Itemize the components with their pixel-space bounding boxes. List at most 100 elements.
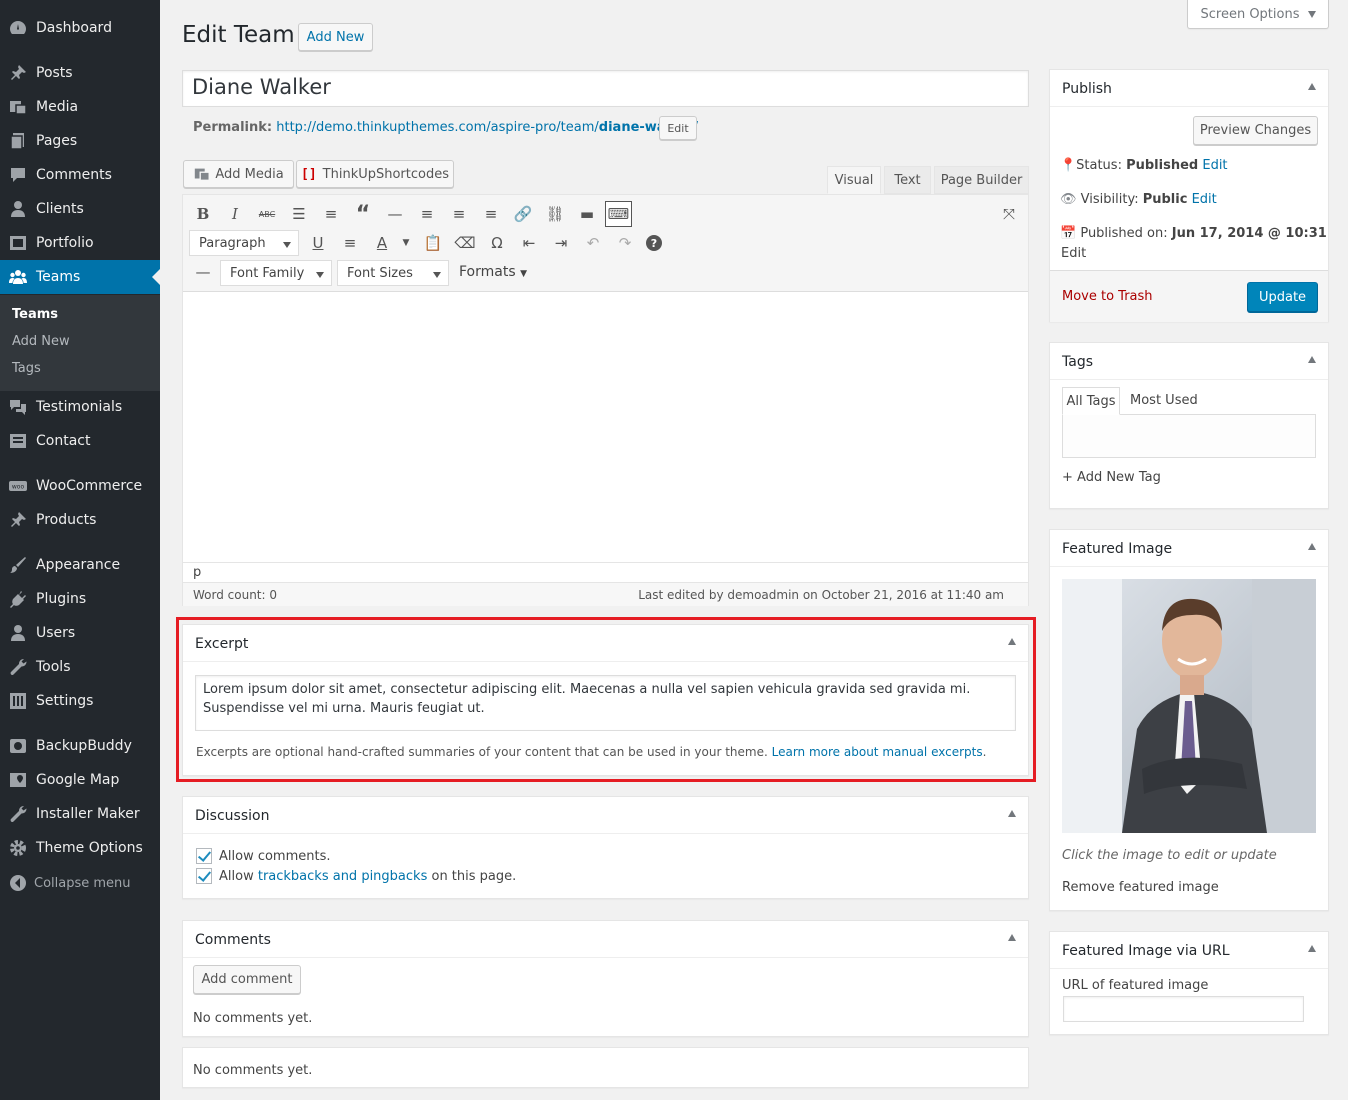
tags-header[interactable]: Tags bbox=[1050, 343, 1328, 380]
text-color-icon[interactable]: A bbox=[371, 232, 393, 254]
comments-header[interactable]: Comments bbox=[183, 921, 1028, 958]
sidebar-item-dashboard[interactable]: Dashboard bbox=[0, 11, 160, 45]
underline-icon[interactable]: U bbox=[307, 232, 329, 254]
special-character-icon[interactable]: Ω bbox=[486, 232, 508, 254]
permalink-edit-button[interactable]: Edit bbox=[659, 116, 697, 140]
blockquote-icon[interactable]: “ bbox=[352, 202, 374, 227]
strikethrough-icon[interactable]: ABC bbox=[256, 203, 278, 225]
sidebar-item-clients[interactable]: Clients bbox=[0, 192, 160, 226]
bold-icon[interactable]: B bbox=[192, 203, 214, 225]
indent-icon[interactable]: ⇥ bbox=[550, 232, 572, 254]
remove-featured-image-link[interactable]: Remove featured image bbox=[1062, 880, 1219, 895]
fullscreen-icon[interactable]: ⤧ bbox=[998, 203, 1020, 225]
move-to-trash-link[interactable]: Move to Trash bbox=[1062, 289, 1153, 304]
tab-most-used[interactable]: Most Used bbox=[1130, 393, 1198, 408]
preview-changes-button[interactable]: Preview Changes bbox=[1193, 116, 1318, 145]
justify-icon[interactable]: ≡ bbox=[339, 232, 361, 254]
sidebar-item-media[interactable]: Media bbox=[0, 90, 160, 124]
edit-status-link[interactable]: Edit bbox=[1202, 158, 1227, 173]
edit-date-link[interactable]: Edit bbox=[1061, 246, 1086, 261]
allow-pingbacks-checkbox[interactable] bbox=[196, 868, 212, 884]
sidebar-item-theme-options[interactable]: Theme Options bbox=[0, 831, 160, 865]
collapse-toggle-icon[interactable] bbox=[1308, 356, 1316, 363]
collapse-menu-button[interactable]: Collapse menu bbox=[0, 873, 160, 893]
edit-visibility-link[interactable]: Edit bbox=[1192, 192, 1217, 207]
sidebar-item-settings[interactable]: Settings bbox=[0, 684, 160, 718]
paragraph-format-select[interactable]: Paragraph bbox=[189, 230, 299, 256]
update-button[interactable]: Update bbox=[1247, 282, 1318, 312]
allow-comments-checkbox[interactable] bbox=[196, 848, 212, 864]
collapse-toggle-icon[interactable] bbox=[1308, 945, 1316, 952]
featured-image-header[interactable]: Featured Image bbox=[1050, 530, 1328, 567]
unlink-icon[interactable]: ⛓ bbox=[544, 203, 566, 225]
map-icon bbox=[10, 773, 26, 787]
read-more-icon[interactable]: ▬ bbox=[576, 203, 598, 225]
add-new-button[interactable]: Add New bbox=[298, 23, 373, 51]
link-icon[interactable]: 🔗 bbox=[512, 203, 534, 225]
featured-image-url-header[interactable]: Featured Image via URL bbox=[1050, 932, 1328, 969]
numbered-list-icon[interactable]: ≡ bbox=[320, 203, 342, 225]
sidebar-item-comments[interactable]: Comments bbox=[0, 158, 160, 192]
collapse-toggle-icon[interactable] bbox=[1008, 810, 1016, 817]
featured-image[interactable] bbox=[1062, 579, 1316, 833]
sidebar-item-installer-maker[interactable]: Installer Maker bbox=[0, 797, 160, 831]
toolbar-toggle-icon[interactable]: ⌨ bbox=[605, 201, 632, 227]
outdent-icon[interactable]: ⇤ bbox=[518, 232, 540, 254]
editor-content-area[interactable] bbox=[183, 292, 1028, 562]
sidebar-item-contact[interactable]: Contact bbox=[0, 424, 160, 458]
sidebar-item-portfolio[interactable]: Portfolio bbox=[0, 226, 160, 260]
text-color-dropdown-icon[interactable]: ▼ bbox=[395, 232, 417, 254]
thinkup-shortcodes-button[interactable]: [] ThinkUpShortcodes bbox=[296, 160, 454, 188]
post-title-input[interactable]: Diane Walker bbox=[182, 70, 1029, 107]
align-center-icon[interactable]: ≡ bbox=[448, 203, 470, 225]
formats-dropdown[interactable]: Formats ▼ bbox=[459, 264, 527, 280]
tab-text[interactable]: Text bbox=[884, 166, 931, 194]
tab-all-tags[interactable]: All Tags bbox=[1062, 387, 1120, 415]
collapse-toggle-icon[interactable] bbox=[1308, 543, 1316, 550]
collapse-toggle-icon[interactable] bbox=[1008, 934, 1016, 941]
submenu-item-tags[interactable]: Tags bbox=[12, 361, 41, 376]
sidebar-item-posts[interactable]: Posts bbox=[0, 56, 160, 90]
horizontal-line-icon[interactable]: — bbox=[384, 203, 406, 225]
align-right-icon[interactable]: ≡ bbox=[480, 203, 502, 225]
pushpin-icon bbox=[11, 65, 26, 80]
undo-icon[interactable]: ↶ bbox=[582, 232, 604, 254]
sidebar-item-users[interactable]: Users bbox=[0, 616, 160, 650]
tags-box: Tags All Tags Most Used + Add New Tag bbox=[1049, 342, 1329, 509]
trackbacks-link[interactable]: trackbacks and pingbacks bbox=[258, 869, 428, 884]
align-left-icon[interactable]: ≡ bbox=[416, 203, 438, 225]
sidebar-item-testimonials[interactable]: Testimonials bbox=[0, 390, 160, 424]
horizontal-rule-icon[interactable]: — bbox=[192, 261, 214, 283]
italic-icon[interactable]: I bbox=[224, 203, 246, 225]
font-sizes-select[interactable]: Font Sizes bbox=[337, 260, 449, 286]
sidebar-item-label: Clients bbox=[36, 201, 84, 217]
submenu-item-teams[interactable]: Teams bbox=[12, 307, 58, 322]
publish-header[interactable]: Publish bbox=[1050, 70, 1328, 107]
sidebar-item-tools[interactable]: Tools bbox=[0, 650, 160, 684]
discussion-header[interactable]: Discussion bbox=[183, 797, 1028, 834]
featured-image-url-input[interactable] bbox=[1063, 996, 1304, 1022]
bullet-list-icon[interactable]: ☰ bbox=[288, 203, 310, 225]
add-media-button[interactable]: Add Media bbox=[183, 160, 294, 188]
sidebar-item-backupbuddy[interactable]: BackupBuddy bbox=[0, 729, 160, 763]
sidebar-item-plugins[interactable]: Plugins bbox=[0, 582, 160, 616]
clear-formatting-icon[interactable]: ⌫ bbox=[454, 232, 476, 254]
add-new-tag-link[interactable]: + Add New Tag bbox=[1062, 470, 1161, 485]
tab-visual[interactable]: Visual bbox=[827, 166, 881, 194]
sidebar-item-products[interactable]: Products bbox=[0, 503, 160, 537]
collapse-toggle-icon[interactable] bbox=[1308, 83, 1316, 90]
paste-text-icon[interactable]: 📋 bbox=[422, 232, 444, 254]
sidebar-item-woocommerce[interactable]: woo WooCommerce bbox=[0, 469, 160, 503]
screen-options-button[interactable]: Screen Options bbox=[1187, 0, 1329, 29]
help-icon[interactable]: ? bbox=[646, 235, 662, 251]
add-comment-button[interactable]: Add comment bbox=[193, 965, 301, 994]
sidebar-item-teams[interactable]: Teams bbox=[0, 260, 160, 294]
permalink-link[interactable]: http://demo.thinkupthemes.com/aspire-pro… bbox=[276, 120, 698, 135]
tab-page-builder[interactable]: Page Builder bbox=[934, 166, 1029, 194]
sidebar-item-google-map[interactable]: Google Map bbox=[0, 763, 160, 797]
sidebar-item-pages[interactable]: Pages bbox=[0, 124, 160, 158]
sidebar-item-appearance[interactable]: Appearance bbox=[0, 548, 160, 582]
redo-icon[interactable]: ↷ bbox=[614, 232, 636, 254]
submenu-item-add-new[interactable]: Add New bbox=[12, 334, 70, 349]
font-family-select[interactable]: Font Family bbox=[220, 260, 332, 286]
